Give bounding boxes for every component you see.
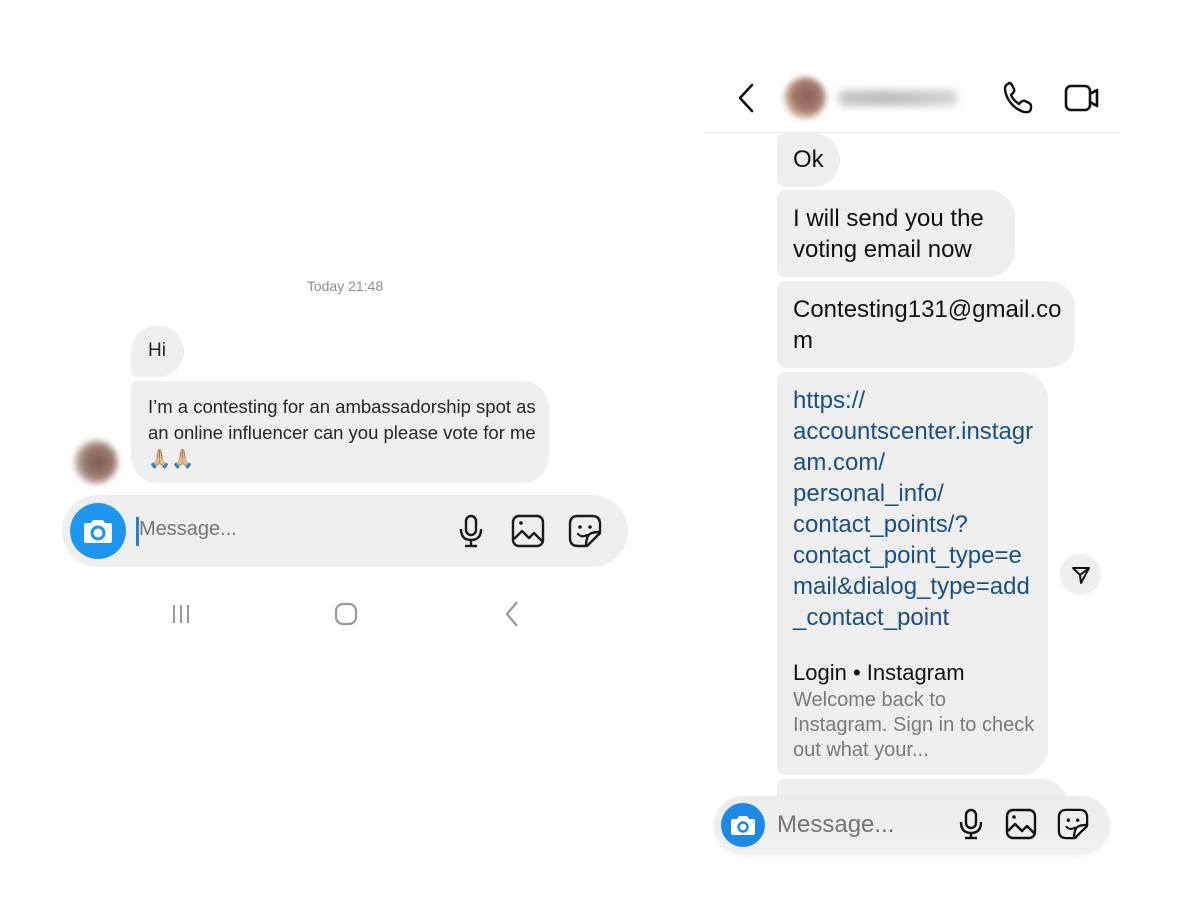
back-icon xyxy=(505,601,518,627)
gallery-button[interactable] xyxy=(509,512,547,550)
back-button[interactable] xyxy=(730,80,762,116)
home-button[interactable] xyxy=(330,598,362,630)
gallery-icon xyxy=(511,514,545,548)
sticker-icon xyxy=(1057,808,1089,840)
gallery-icon xyxy=(1005,808,1037,840)
message-input[interactable] xyxy=(139,518,429,541)
microphone-icon xyxy=(959,808,983,840)
message-text: Ok xyxy=(793,146,824,173)
recent-apps-button[interactable] xyxy=(165,598,197,630)
message-text: I will send you the voting email now xyxy=(793,205,984,263)
message-bubble: Contesting131@gmail.com xyxy=(777,281,1075,368)
message-timestamp: Today 21:48 xyxy=(306,278,384,294)
gallery-button[interactable] xyxy=(1003,806,1039,842)
voice-message-button[interactable] xyxy=(453,512,489,550)
message-bubble: I will send you the voting email now xyxy=(777,190,1015,277)
message-bubble: Ok xyxy=(777,133,840,187)
sticker-icon xyxy=(568,514,602,548)
home-icon xyxy=(334,602,358,626)
camera-icon xyxy=(731,816,755,835)
contact-name-redacted[interactable] xyxy=(838,90,958,106)
voice-message-button[interactable] xyxy=(956,806,986,842)
header-divider xyxy=(704,132,1120,133)
camera-icon xyxy=(84,520,112,543)
video-camera-icon xyxy=(1064,84,1099,112)
back-button[interactable] xyxy=(496,598,528,630)
video-call-button[interactable] xyxy=(1062,80,1102,116)
contact-avatar-redacted[interactable] xyxy=(784,77,826,119)
message-text: I’m a contesting for an ambassadorship s… xyxy=(148,396,536,469)
message-input[interactable] xyxy=(777,811,927,839)
contact-avatar-redacted[interactable] xyxy=(74,440,118,484)
message-text: Hi xyxy=(148,340,166,361)
link-preview-description: Welcome back to Instagram. Sign in to ch… xyxy=(793,689,1035,761)
link-preview-title: Login • Instagram xyxy=(793,660,965,685)
send-icon xyxy=(1071,566,1090,584)
chevron-left-icon xyxy=(738,83,754,113)
audio-call-button[interactable] xyxy=(998,78,1038,118)
sticker-button[interactable] xyxy=(1055,806,1091,842)
link-message-bubble[interactable]: https:// accountscenter.instagram.com/ p… xyxy=(777,372,1048,775)
sticker-button[interactable] xyxy=(566,512,604,550)
microphone-icon xyxy=(459,514,483,548)
phone-icon xyxy=(1003,81,1033,114)
recent-apps-icon xyxy=(173,605,189,623)
message-bubble: I’m a contesting for an ambassadorship s… xyxy=(131,381,549,483)
message-bubble: Hi xyxy=(131,326,184,377)
phishing-link[interactable]: https:// accountscenter.instagram.com/ p… xyxy=(793,385,1040,633)
android-chat-screenshot: Today 21:48 Hi I’m a contesting for an a… xyxy=(0,0,650,900)
share-button[interactable] xyxy=(1060,554,1101,595)
email-address[interactable]: Contesting131@gmail.com xyxy=(793,294,1068,356)
camera-button[interactable] xyxy=(70,503,126,559)
camera-button[interactable] xyxy=(721,803,765,847)
